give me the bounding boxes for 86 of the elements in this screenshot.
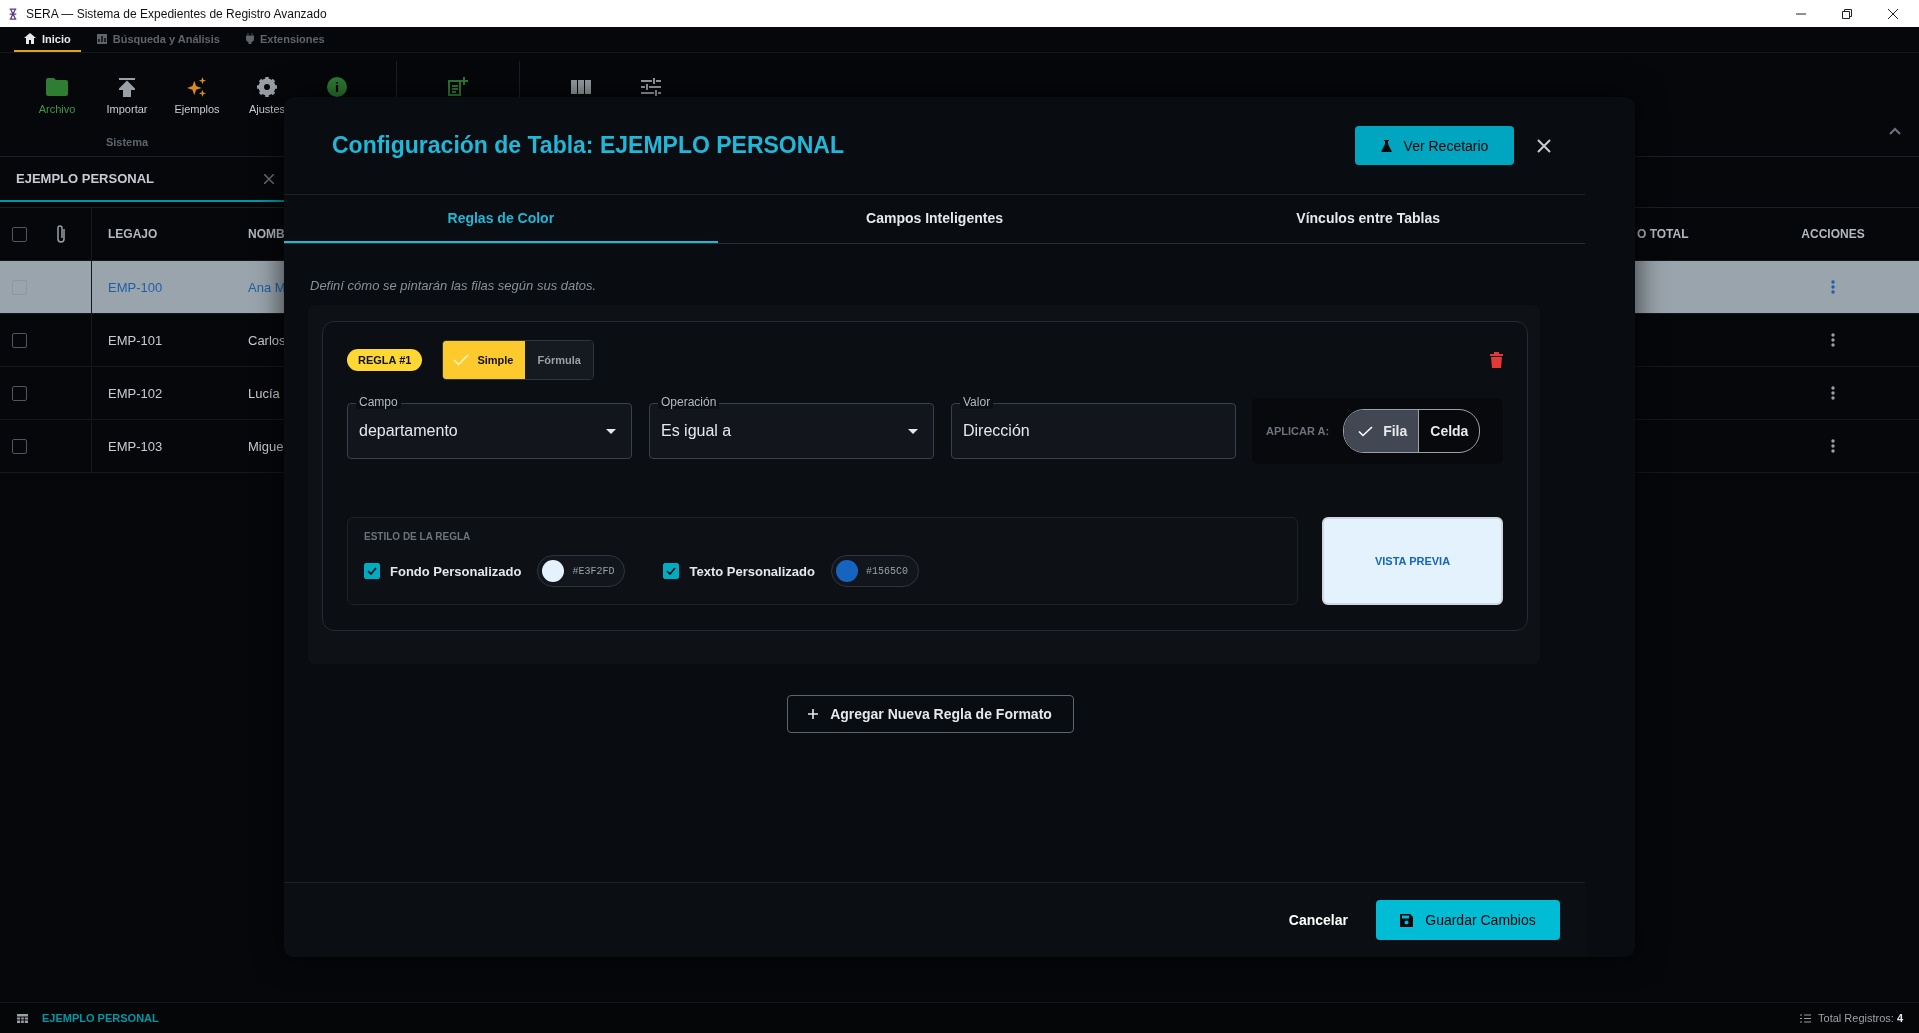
- check-icon: [666, 567, 677, 575]
- dialog-tab[interactable]: Vínculos entre Tablas: [1151, 195, 1585, 243]
- check-icon: [453, 354, 470, 366]
- color-picker[interactable]: #1565C0: [830, 555, 919, 587]
- checkbox[interactable]: [364, 563, 380, 579]
- toolbar-button[interactable]: Archivo: [22, 77, 92, 123]
- preview-text: VISTA PREVIA: [1374, 555, 1451, 567]
- ribbon-tab[interactable]: Inicio: [14, 27, 81, 52]
- checkbox[interactable]: [12, 332, 27, 348]
- toolbar-label: Importar: [106, 103, 148, 115]
- upload-icon: [119, 77, 135, 97]
- checkbox-label: Texto Personalizado: [689, 563, 815, 579]
- color-picker[interactable]: #E3F2FD: [537, 555, 626, 587]
- table-cell: EMP-102: [108, 385, 163, 401]
- status-table-name: EJEMPLO PERSONAL: [42, 1012, 159, 1024]
- table-cell: Ana M: [248, 279, 284, 295]
- plug-icon: [245, 33, 254, 44]
- toolbar-label: Archivo: [38, 103, 76, 115]
- select-field[interactable]: Campo departamento: [347, 395, 632, 459]
- cancel-button[interactable]: Cancelar: [1280, 904, 1356, 936]
- column-header[interactable]: ACCIONES: [1801, 227, 1865, 241]
- more-icon[interactable]: [1831, 439, 1835, 453]
- more-icon[interactable]: [1831, 386, 1835, 400]
- tune-icon: [641, 77, 661, 97]
- chevron-up-icon[interactable]: [1889, 127, 1901, 135]
- more-icon[interactable]: [1831, 333, 1835, 347]
- column-header[interactable]: LEGAJO: [108, 227, 158, 241]
- dialog-tab[interactable]: Reglas de Color: [284, 195, 718, 243]
- app-logo-icon: [8, 6, 18, 21]
- check-icon: [1358, 425, 1374, 437]
- input-field[interactable]: Valor Dirección: [951, 395, 1236, 459]
- group-label: Sistema: [105, 136, 149, 148]
- apply-toggle[interactable]: Fila: [1344, 410, 1419, 452]
- home-icon: [24, 33, 36, 44]
- table-cell: EMP-101: [108, 332, 163, 348]
- checkbox[interactable]: [12, 385, 27, 401]
- save-icon: [1400, 913, 1414, 927]
- note-add-icon: [448, 77, 468, 97]
- table-cell: Migue: [248, 438, 284, 454]
- checkbox-label: Fondo Personalizado: [390, 563, 522, 579]
- table-cell: EMP-100: [108, 279, 163, 295]
- checkbox[interactable]: [12, 226, 27, 242]
- dialog-tab[interactable]: Campos Inteligentes: [717, 195, 1152, 243]
- dropdown-icon: [908, 428, 918, 434]
- folder-icon: [46, 77, 68, 97]
- dropdown-icon: [606, 428, 616, 434]
- bar-chart-icon: [96, 33, 107, 44]
- settings-icon: [257, 77, 277, 97]
- style-title: ESTILO DE LA REGLA: [364, 531, 472, 542]
- status-total-label: Total Registros:: [1818, 1012, 1894, 1024]
- toolbar-button[interactable]: Ajustes: [232, 77, 302, 123]
- hint-text: Definí cómo se pintarán las filas según sus datos.: [309, 278, 598, 293]
- flask-icon: [1380, 139, 1392, 152]
- plus-icon: [808, 709, 819, 719]
- restore-icon[interactable]: [1842, 8, 1852, 19]
- save-button[interactable]: Guardar Cambios: [1376, 900, 1560, 940]
- dialog-title: Configuración de Tabla: EJEMPLO PERSONAL: [332, 132, 845, 159]
- checkbox[interactable]: [12, 438, 27, 454]
- recipe-button[interactable]: Ver Recetario: [1355, 126, 1514, 165]
- toolbar-label: Ejemplos: [174, 103, 220, 115]
- select-field[interactable]: Operación Es igual a: [649, 395, 934, 459]
- column-header[interactable]: O TOTAL: [1637, 227, 1689, 241]
- toolbar-button[interactable]: Ejemplos: [162, 77, 232, 123]
- checkbox[interactable]: [663, 563, 680, 579]
- table-cell: Lucía: [248, 385, 280, 401]
- close-icon[interactable]: [1888, 8, 1898, 19]
- apply-label: APLICAR A:: [1266, 425, 1330, 437]
- check-icon: [367, 567, 377, 575]
- table-icon: [17, 1013, 28, 1023]
- sparkles-icon: [186, 77, 208, 97]
- status-total-count: 4: [1896, 1012, 1903, 1024]
- mode-toggle[interactable]: Simple: [443, 341, 526, 379]
- column-header[interactable]: NOMB: [248, 227, 284, 241]
- mode-toggle[interactable]: Fórmula: [525, 341, 593, 379]
- add-rule-button[interactable]: Agregar Nueva Regla de Formato: [786, 695, 1074, 733]
- trash-icon[interactable]: [1490, 352, 1503, 368]
- document-tab-title: EJEMPLO PERSONAL: [16, 171, 154, 186]
- window-title: SERA — Sistema de Expedientes de Registro Avanzado: [26, 6, 327, 21]
- toolbar-button[interactable]: Importar: [92, 77, 162, 123]
- list-icon: [1800, 1013, 1812, 1023]
- apply-toggle[interactable]: Celda: [1418, 410, 1480, 452]
- table-cell: EMP-103: [108, 438, 163, 454]
- toolbar-label: Ajustes: [248, 103, 286, 115]
- rule-badge: REGLA #1: [347, 349, 423, 371]
- paperclip-icon: [55, 224, 67, 244]
- columns-icon: [571, 77, 591, 97]
